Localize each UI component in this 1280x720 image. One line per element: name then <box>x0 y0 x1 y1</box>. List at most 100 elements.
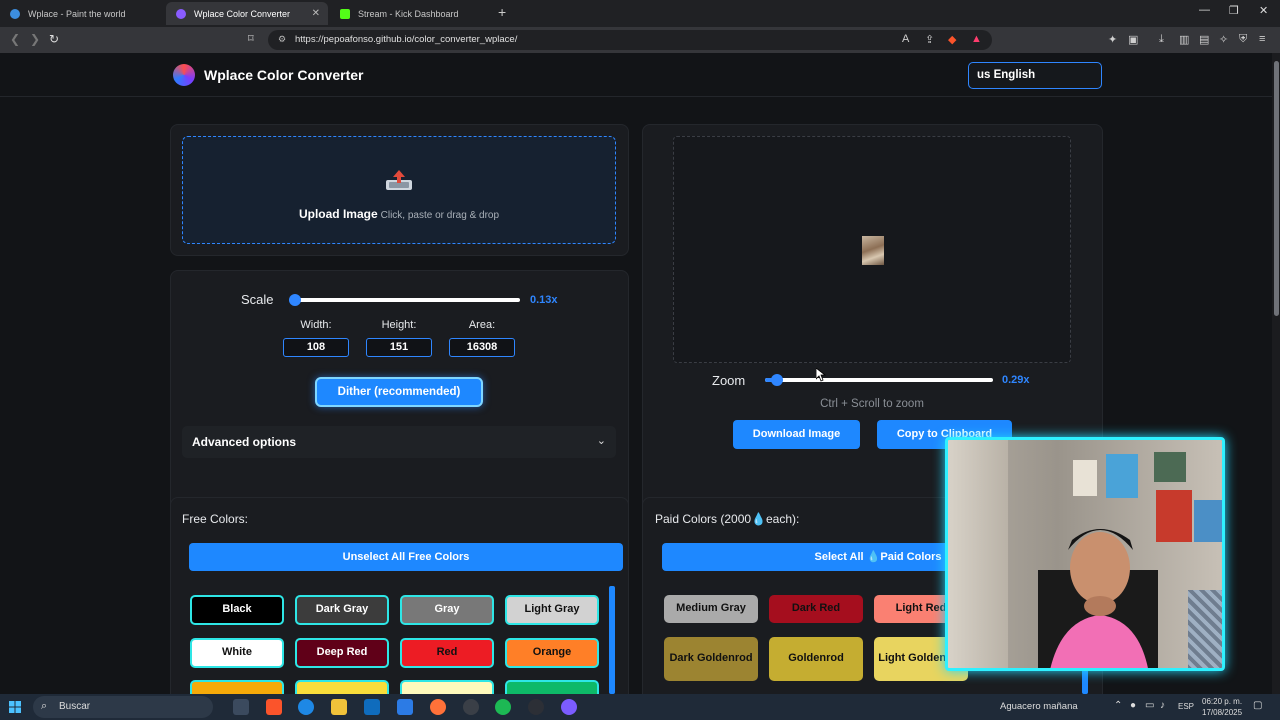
notifications-icon[interactable]: ▢ <box>1253 700 1262 711</box>
close-tab-icon[interactable]: ✕ <box>312 8 320 19</box>
discord-icon[interactable] <box>561 699 577 715</box>
taskbar-search-text: Buscar <box>59 701 91 712</box>
free-color-swatch[interactable]: Light Gray <box>505 595 599 625</box>
close-window-icon[interactable]: ✕ <box>1259 4 1268 17</box>
free-color-swatch[interactable]: Gray <box>400 595 494 625</box>
tab-kick-dashboard[interactable]: Stream - Kick Dashboard <box>330 2 492 25</box>
dither-button[interactable]: Dither (recommended) <box>315 377 483 407</box>
preview-canvas[interactable] <box>673 136 1071 363</box>
microphone-icon[interactable]: ● <box>1130 700 1136 711</box>
brave-shield-icon[interactable]: ◆ <box>948 33 956 46</box>
advanced-options-toggle[interactable]: Advanced options ⌄ <box>182 426 616 458</box>
page-scrollbar-thumb[interactable] <box>1274 61 1279 316</box>
free-color-swatch-partial[interactable] <box>400 680 494 694</box>
upload-dropzone[interactable]: Upload Image Click, paste or drag & drop <box>182 136 616 244</box>
site-header: Wplace Color Converter us English <box>0 53 1272 97</box>
swatch-label: Gray <box>434 603 460 616</box>
windows-start-icon[interactable] <box>9 701 21 713</box>
network-icon[interactable]: ▭ <box>1145 700 1154 711</box>
scale-slider[interactable] <box>289 294 520 306</box>
free-color-swatch[interactable]: Red <box>400 638 494 668</box>
tab-title: Wplace Color Converter <box>194 8 291 19</box>
restore-icon[interactable]: ❐ <box>1229 4 1239 17</box>
upload-hint: Click, paste or drag & drop <box>380 210 500 221</box>
leo-ai-icon[interactable]: ✧ <box>1219 33 1228 46</box>
reader-icon[interactable]: ▣ <box>1128 33 1138 46</box>
tab-wplace[interactable]: Wplace - Paint the world <box>0 2 166 25</box>
paid-color-swatch[interactable]: Dark Goldenrod <box>664 637 758 681</box>
advanced-options-label: Advanced options <box>192 435 297 449</box>
wallet-icon[interactable]: ▤ <box>1199 33 1209 46</box>
minimize-icon[interactable]: — <box>1199 4 1210 16</box>
edge-icon[interactable] <box>298 699 314 715</box>
kick-icon <box>340 8 350 19</box>
spotify-icon[interactable] <box>495 699 511 715</box>
microsoft-store-icon[interactable] <box>397 699 413 715</box>
webcam-overlay <box>945 437 1225 671</box>
download-icon[interactable]: ⤓ <box>1159 33 1164 46</box>
search-icon: ⌕ <box>41 700 48 712</box>
reload-icon[interactable]: ↻ <box>49 32 59 46</box>
paid-color-swatch[interactable]: Dark Red <box>769 595 863 623</box>
zoom-slider-thumb[interactable] <box>771 374 783 386</box>
clock-date: 17/08/2025 <box>1202 708 1243 717</box>
tab-color-converter[interactable]: Wplace Color Converter ✕ <box>166 2 328 25</box>
site-info-icon[interactable]: ⚙ <box>278 34 286 45</box>
webcam-person <box>1038 529 1158 668</box>
free-color-swatch[interactable]: White <box>190 638 284 668</box>
width-input[interactable]: 108 <box>283 338 349 357</box>
forward-icon[interactable]: ❯ <box>30 32 40 46</box>
free-color-swatch-partial[interactable] <box>505 680 599 694</box>
sidebar-icon[interactable]: ▥ <box>1179 33 1189 46</box>
brave-browser-icon[interactable] <box>266 699 282 715</box>
url-field[interactable]: ⚙ https://pepoafonso.github.io/color_con… <box>268 30 992 50</box>
weather-widget[interactable]: Aguacero mañana <box>1000 701 1078 712</box>
preview-image <box>862 236 884 265</box>
free-colors-scrollbar[interactable] <box>609 586 615 694</box>
firefox-icon[interactable] <box>430 699 446 715</box>
swatch-label: Light Red <box>895 602 947 615</box>
vpn-icon[interactable]: ⛨ <box>1239 33 1247 46</box>
volume-icon[interactable]: ♪ <box>1160 700 1165 711</box>
free-color-swatch[interactable]: Black <box>190 595 284 625</box>
webcam-poster <box>1073 460 1097 496</box>
webcam-poster <box>1154 452 1186 482</box>
upload-text: Upload Image Click, paste or drag & drop <box>183 207 615 221</box>
paid-color-swatch[interactable]: Goldenrod <box>769 637 863 681</box>
translate-icon[interactable]: A <box>902 33 909 45</box>
share-icon[interactable]: ⇪ <box>925 33 934 46</box>
back-icon[interactable]: ❮ <box>10 32 20 46</box>
unselect-free-colors-button[interactable]: Unselect All Free Colors <box>189 543 623 571</box>
menu-icon[interactable]: ≡ <box>1259 33 1265 45</box>
language-select[interactable]: us English <box>968 62 1102 89</box>
zoom-slider[interactable] <box>765 374 993 386</box>
system-clock[interactable]: 06:20 p. m. 17/08/2025 <box>1202 696 1242 718</box>
file-explorer-icon[interactable] <box>331 699 347 715</box>
brave-rewards-icon[interactable]: ▲ <box>971 33 982 45</box>
area-input[interactable]: 16308 <box>449 338 515 357</box>
width-label: Width: <box>300 319 332 331</box>
swatch-label: Light Gray <box>524 603 580 616</box>
extensions-icon[interactable]: ✦ <box>1108 33 1117 46</box>
height-input[interactable]: 151 <box>366 338 432 357</box>
page-scrollbar[interactable] <box>1272 53 1280 694</box>
chatgpt-icon[interactable] <box>463 699 479 715</box>
new-tab-icon[interactable]: + <box>498 4 506 20</box>
bookmark-icon[interactable]: ⌑ <box>248 32 254 45</box>
scale-slider-thumb[interactable] <box>289 294 301 306</box>
input-language[interactable]: ESP <box>1178 702 1194 711</box>
task-view-icon[interactable] <box>233 699 249 715</box>
free-color-swatch[interactable]: Deep Red <box>295 638 389 668</box>
taskbar-search[interactable]: ⌕ Buscar <box>33 696 213 718</box>
paid-color-swatch[interactable]: Medium Gray <box>664 595 758 623</box>
tray-chevron-icon[interactable]: ⌃ <box>1114 700 1122 711</box>
swatch-label: Medium Gray <box>676 602 746 615</box>
download-image-button[interactable]: Download Image <box>733 420 860 449</box>
free-color-swatch-partial[interactable] <box>190 680 284 694</box>
free-color-swatch[interactable]: Orange <box>505 638 599 668</box>
free-color-swatch-partial[interactable] <box>295 680 389 694</box>
free-color-swatch[interactable]: Dark Gray <box>295 595 389 625</box>
app-icon[interactable] <box>528 699 544 715</box>
outlook-icon[interactable] <box>364 699 380 715</box>
tab-title: Stream - Kick Dashboard <box>358 8 459 19</box>
